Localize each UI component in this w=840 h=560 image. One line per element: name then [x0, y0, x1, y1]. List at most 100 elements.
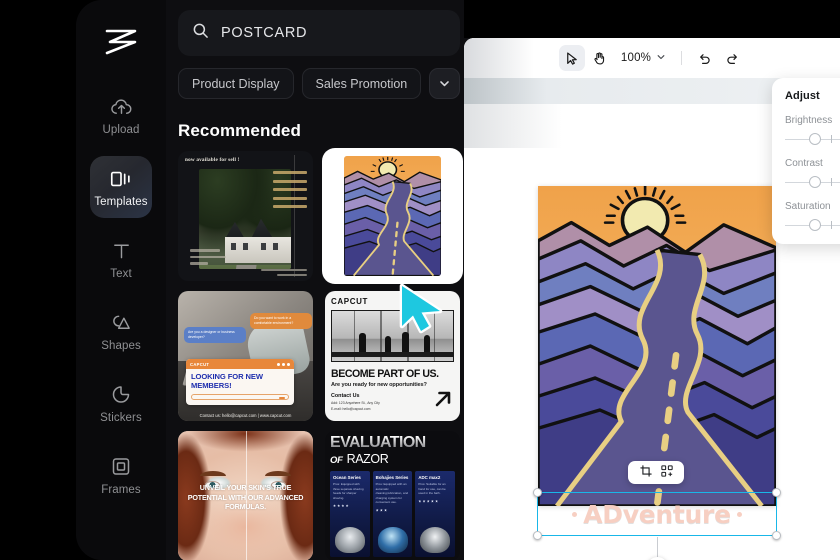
window-top-strip [464, 0, 840, 38]
filter-chip-product-display[interactable]: Product Display [178, 68, 294, 99]
razor-column-desc: Pros: Equipped with three separate shavi… [333, 482, 364, 500]
hiring-window: CAPCUT LOOKING FOR NEW MEMBERS! [186, 359, 294, 405]
template-card-skincare-formulas[interactable]: UNVEIL YOUR SKIN'S TRUE POTENTIAL WITH O… [178, 431, 313, 560]
resize-handle-bottom-right[interactable] [772, 531, 781, 540]
text-t-icon [111, 239, 132, 263]
chevron-down-icon[interactable] [429, 68, 460, 99]
text-selection-box[interactable]: ADventure [533, 488, 781, 540]
chip-label: Sales Promotion [315, 76, 408, 91]
sidebar-item-stickers[interactable]: Stickers [90, 372, 152, 434]
decor-dot [572, 511, 578, 517]
template-card-title-line-2: RAZOR [346, 451, 389, 466]
capcut-logo-icon[interactable] [93, 14, 149, 70]
search-icon [192, 22, 209, 44]
razor-column-title: ADC max2 [418, 474, 441, 480]
sidebar-item-label: Text [110, 267, 132, 280]
saturation-slider[interactable] [785, 219, 840, 231]
design-page[interactable] [538, 186, 776, 506]
razor-column: Bohajies Series Pros: Equipped with an a… [372, 470, 413, 557]
search-value: POSTCARD [221, 25, 308, 41]
resize-handle-bottom-left[interactable] [533, 531, 542, 540]
effects-grid-icon[interactable] [660, 464, 673, 482]
templates-panel: POSTCARD Product Display Sales Promotion… [166, 0, 472, 560]
resize-handle-top-left[interactable] [533, 488, 542, 497]
app-root: Upload Templates Text Shapes Stickers Fr… [0, 0, 840, 560]
adjust-panel-title: Adjust [785, 90, 820, 102]
slider-thumb[interactable] [808, 219, 821, 231]
templates-icon [109, 167, 133, 191]
template-card-hiring-new-members[interactable]: Are you a designer or business developer… [178, 291, 313, 421]
razor-column: Ocean Series Pros: Equipped with three s… [330, 470, 370, 557]
spec-list [190, 249, 226, 265]
shapes-icon [110, 311, 133, 335]
sidebar-item-label: Frames [101, 483, 141, 496]
slider-label: Brightness [785, 115, 833, 126]
pointer-cursor-icon [396, 282, 452, 343]
sidebar-item-label: Upload [102, 123, 140, 136]
slider-thumb[interactable] [808, 133, 821, 145]
redo-icon[interactable] [719, 45, 745, 71]
adjust-row-brightness: Brightness [785, 115, 840, 145]
footer-contact: Contact us: hello@capcut.com | www.capcu… [199, 413, 292, 418]
sidebar-item-label: Stickers [100, 411, 142, 424]
razor-column-title: Bohajies Series [375, 474, 409, 480]
template-grid: now available for sell ! Are you a desig… [166, 151, 472, 560]
template-card-title-line-1: EVALUATION [330, 435, 455, 451]
canvas-text-element[interactable]: ADventure [538, 493, 776, 535]
chevron-down-icon [656, 52, 666, 65]
decor-dot [736, 511, 742, 517]
adjust-panel: Adjust Brightness Contrast Saturation [772, 78, 840, 244]
crop-icon[interactable] [639, 464, 652, 482]
chip-label: Product Display [192, 76, 280, 91]
template-card-headline: BECOME PART OF US. [331, 368, 439, 380]
left-rail: Upload Templates Text Shapes Stickers Fr… [76, 0, 166, 560]
template-card-headline: UNVEIL YOUR SKIN'S TRUE POTENTIAL WITH O… [187, 483, 304, 511]
feature-list [273, 171, 307, 208]
sidebar-item-frames[interactable]: Frames [90, 444, 152, 506]
hand-pan-icon[interactable] [587, 45, 613, 71]
template-card-adventure-road-postcard[interactable] [325, 151, 460, 281]
slider-thumb[interactable] [808, 176, 821, 188]
resize-handle-top-right[interactable] [772, 488, 781, 497]
template-card-headline: LOOKING FOR NEW MEMBERS! [191, 372, 263, 390]
filter-chips: Product Display Sales Promotion [166, 56, 472, 99]
adjust-row-contrast: Contrast [785, 158, 840, 188]
slider-label: Contrast [785, 158, 823, 169]
cursor-arrow-icon[interactable] [558, 45, 585, 71]
sidebar-item-shapes[interactable]: Shapes [90, 300, 152, 362]
canvas-text-value: ADventure [583, 499, 731, 529]
brand-label: CAPCUT [190, 361, 210, 367]
speech-bubble-1: Are you a designer or business developer… [184, 327, 246, 343]
sidebar-item-text[interactable]: Text [90, 228, 152, 290]
razor-column: ADC max2 Pros: Suitable for an hand for … [415, 470, 456, 557]
slider-label: Saturation [785, 201, 831, 212]
contrast-slider[interactable] [785, 176, 840, 188]
road-artwork-thumb [343, 156, 442, 276]
footer-note [261, 269, 307, 276]
filter-chip-sales-promotion[interactable]: Sales Promotion [301, 68, 422, 99]
template-card-headline: now available for sell ! [185, 157, 240, 163]
sidebar-item-upload[interactable]: Upload [90, 84, 152, 146]
cloud-upload-icon [110, 95, 133, 119]
adjust-row-saturation: Saturation [785, 201, 840, 231]
frames-icon [110, 455, 132, 479]
razor-column-desc: Pros: Suitable for an hand for use, can … [418, 482, 446, 496]
zoom-level-value: 100% [620, 52, 652, 64]
sticker-icon [110, 383, 132, 407]
canvas-toolbar: 100% [464, 38, 840, 78]
undo-icon[interactable] [691, 45, 717, 71]
sidebar-item-label: Templates [94, 195, 148, 208]
element-float-toolbar[interactable] [628, 461, 684, 484]
brightness-slider[interactable] [785, 133, 840, 145]
sidebar-item-label: Shapes [101, 339, 141, 352]
razor-column-title: Ocean Series [333, 474, 361, 480]
sidebar-item-templates[interactable]: Templates [90, 156, 152, 218]
template-card-evaluation-of-razor[interactable]: EVALUATION OF RAZOR Ocean Series Pros: E… [325, 431, 460, 560]
search-input[interactable]: POSTCARD [178, 10, 460, 56]
zoom-level-dropdown[interactable]: 100% [615, 52, 672, 65]
template-card-title-of: OF [330, 454, 343, 466]
template-card-real-estate-house[interactable]: now available for sell ! [178, 151, 313, 281]
rotate-connector [657, 537, 658, 559]
speech-bubble-2: Do you want to work in a comfortable env… [250, 313, 312, 329]
arrow-up-right-icon [432, 388, 454, 415]
